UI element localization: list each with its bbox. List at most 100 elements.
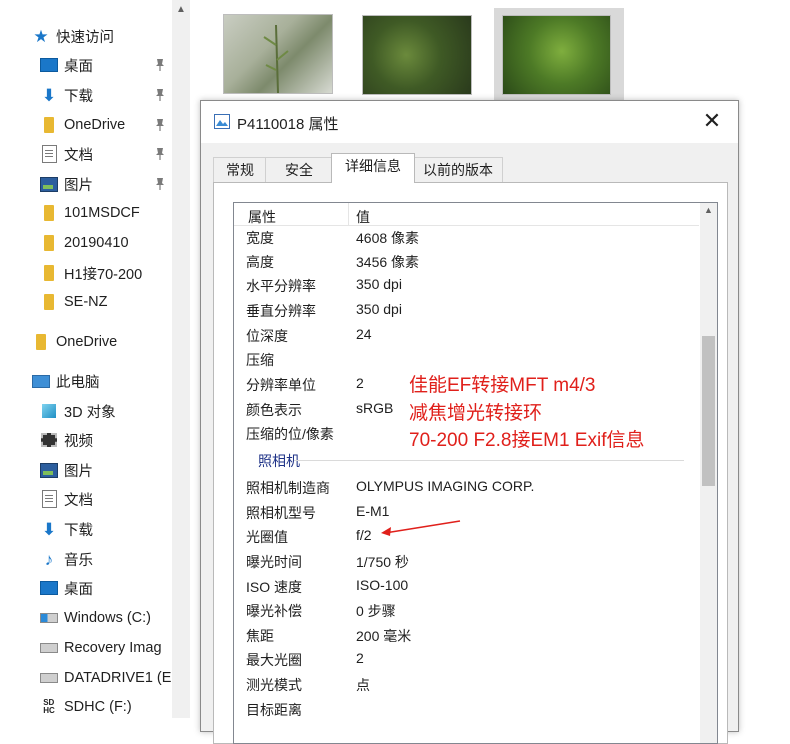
- property-row[interactable]: 位深度 24: [234, 323, 699, 347]
- nav-item[interactable]: ⬇ 下载: [40, 516, 172, 542]
- nav-item[interactable]: 桌面: [40, 575, 172, 601]
- tab-details[interactable]: 详细信息: [331, 153, 415, 183]
- nav-item[interactable]: ♪ 音乐: [40, 546, 172, 572]
- nav-item-label: 下载: [64, 88, 93, 105]
- tab-security[interactable]: 安全: [265, 157, 333, 182]
- nav-item[interactable]: H1接70-200: [40, 260, 172, 286]
- group-label: 照相机: [258, 453, 300, 469]
- nav-item[interactable]: SE-NZ: [40, 289, 172, 315]
- onedrive-folder-icon: [32, 333, 50, 351]
- tab-general[interactable]: 常规: [213, 157, 267, 182]
- property-row[interactable]: 高度 3456 像素: [234, 249, 699, 273]
- property-row[interactable]: 曝光补偿 0 步骤: [234, 598, 699, 622]
- property-row[interactable]: ISO 速度 ISO-100: [234, 574, 699, 598]
- nav-item-label: 视频: [64, 433, 93, 450]
- close-button[interactable]: ✕: [700, 110, 724, 134]
- nav-item[interactable]: 图片: [40, 457, 172, 483]
- nav-item[interactable]: Recovery Imag: [40, 635, 172, 661]
- cube-icon: [40, 402, 58, 420]
- nav-item-label: 快速访问: [56, 29, 114, 46]
- property-name: 分辨率单位: [246, 377, 316, 393]
- scrollbar-thumb[interactable]: [702, 336, 715, 486]
- music-icon: ♪: [44, 549, 54, 569]
- nav-item-label: 图片: [64, 463, 93, 480]
- dialog-titlebar: P4110018 属性 ✕: [201, 101, 738, 143]
- photo-thumbnail[interactable]: [223, 14, 333, 94]
- nav-item[interactable]: DATADRIVE1 (E: [40, 665, 172, 691]
- property-name: 曝光补偿: [246, 603, 302, 619]
- property-value: 350 dpi: [356, 301, 402, 317]
- column-header-property[interactable]: 属性: [248, 207, 276, 227]
- close-icon: ✕: [702, 108, 722, 133]
- nav-item[interactable]: 3D 对象: [40, 398, 172, 424]
- tab-previous-versions[interactable]: 以前的版本: [413, 157, 503, 182]
- photo-thumbnail-selected[interactable]: [502, 15, 611, 95]
- pin-icon: [156, 148, 164, 160]
- folder-icon: [40, 116, 58, 134]
- property-value: 3456 像素: [356, 254, 420, 270]
- nav-item[interactable]: Windows (C:): [40, 605, 172, 631]
- nav-item[interactable]: 视频: [40, 427, 172, 453]
- nav-item[interactable]: 文档: [40, 141, 172, 167]
- folder-icon: [40, 234, 58, 252]
- property-name: 垂直分辨率: [246, 303, 316, 319]
- document-icon: [40, 490, 58, 508]
- property-row[interactable]: 水平分辨率 350 dpi: [234, 273, 699, 297]
- nav-item[interactable]: 文档: [40, 486, 172, 512]
- folder-icon: [40, 293, 58, 311]
- nav-item[interactable]: OneDrive: [32, 329, 172, 355]
- property-value: 2: [356, 375, 364, 391]
- pin-icon: [156, 119, 164, 131]
- property-row[interactable]: 垂直分辨率 350 dpi: [234, 298, 699, 322]
- property-row[interactable]: 光圈值 f/2: [234, 524, 699, 548]
- nav-item[interactable]: SD HC SDHC (F:): [40, 694, 172, 720]
- property-row[interactable]: 曝光时间 1/750 秒: [234, 549, 699, 573]
- property-value: ISO-100: [356, 577, 409, 593]
- nav-item[interactable]: OneDrive: [40, 112, 172, 138]
- nav-scrollbar[interactable]: ▲: [172, 0, 190, 718]
- download-icon: ⬇: [41, 85, 57, 105]
- property-row[interactable]: 照相机型号 E-M1: [234, 500, 699, 524]
- property-name: 压缩的位/像素: [246, 426, 334, 442]
- nav-item-label: Windows (C:): [64, 610, 152, 626]
- property-row[interactable]: 压缩: [234, 347, 699, 371]
- annotation-arrow-icon: [381, 520, 461, 536]
- property-value: 0 步骤: [356, 603, 396, 619]
- property-list[interactable]: 属性 值 宽度 4608 像素 高度 3456 像素 水平分辨率 350 dpi 垂直分辨率…: [233, 202, 718, 744]
- property-value: 200 毫米: [356, 628, 412, 644]
- property-row[interactable]: 焦距 200 毫米: [234, 623, 699, 647]
- property-name: 光圈值: [246, 529, 288, 545]
- nav-item[interactable]: 20190410: [40, 230, 172, 256]
- nav-item-label: 图片: [64, 177, 93, 194]
- nav-item-label: 20190410: [64, 235, 129, 251]
- property-value: sRGB: [356, 400, 394, 416]
- scroll-up-arrow-icon[interactable]: ▲: [700, 205, 717, 217]
- nav-item[interactable]: ⬇ 下载: [40, 82, 172, 108]
- property-row[interactable]: 宽度 4608 像素: [234, 225, 699, 249]
- photo-thumbnail[interactable]: [362, 15, 472, 95]
- nav-item-label: 下载: [64, 522, 93, 539]
- details-panel: 属性 值 宽度 4608 像素 高度 3456 像素 水平分辨率 350 dpi 垂直分辨率…: [213, 182, 728, 744]
- column-header-value[interactable]: 值: [356, 207, 370, 227]
- nav-item-label: Recovery Imag: [64, 640, 162, 656]
- column-divider[interactable]: [348, 203, 349, 225]
- property-row[interactable]: 最大光圈 2: [234, 647, 699, 671]
- nav-item-label: 文档: [64, 147, 93, 164]
- property-value: 点: [356, 677, 370, 693]
- nav-item-label: 3D 对象: [64, 404, 116, 421]
- nav-item-label: OneDrive: [56, 334, 118, 350]
- nav-item-label: 桌面: [64, 581, 93, 598]
- folder-icon: [40, 264, 58, 282]
- annotation-line-1: 佳能EF转接MFT m4/3: [409, 375, 596, 396]
- download-icon: ⬇: [41, 519, 57, 539]
- nav-item[interactable]: ★ 快速访问: [32, 23, 172, 49]
- property-row[interactable]: 测光模式 点: [234, 672, 699, 696]
- nav-item[interactable]: 图片: [40, 171, 172, 197]
- nav-item[interactable]: 桌面: [40, 52, 172, 78]
- property-row[interactable]: 照相机制造商 OLYMPUS IMAGING CORP.: [234, 475, 699, 499]
- property-row[interactable]: 目标距离: [234, 697, 699, 721]
- scroll-up-arrow-icon[interactable]: ▲: [175, 4, 187, 16]
- list-scrollbar[interactable]: ▲: [700, 203, 717, 743]
- nav-item[interactable]: 此电脑: [32, 368, 172, 394]
- nav-item[interactable]: 101MSDCF: [40, 200, 172, 226]
